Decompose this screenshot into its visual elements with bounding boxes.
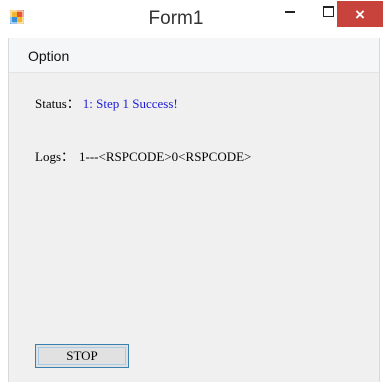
focus-ring <box>38 347 126 365</box>
status-label: Status： <box>35 96 80 111</box>
status-value: 1: Step 1 Success! <box>82 96 178 111</box>
logs-row: Logs： 1---<RSPCODE>0<RSPCODE> <box>35 146 251 165</box>
minimize-button[interactable] <box>270 0 310 34</box>
window-frame-right <box>380 38 388 390</box>
title-bar[interactable]: Form1 × <box>0 0 388 38</box>
maximize-icon <box>322 5 334 17</box>
logs-value: 1---<RSPCODE>0<RSPCODE> <box>79 149 252 164</box>
window-frame-bottom <box>0 382 388 390</box>
minimize-icon <box>285 11 295 13</box>
stop-button[interactable]: STOP <box>35 344 129 368</box>
logs-label: Logs： <box>35 149 75 164</box>
menu-bar: Option <box>9 38 379 73</box>
close-button[interactable]: × <box>337 1 383 27</box>
close-icon: × <box>355 4 365 24</box>
form-client-area: Option Status： 1: Step 1 Success! Logs： 1-… <box>8 38 380 382</box>
app-window: Form1 × Option Status： 1: Step 1 Success!… <box>0 0 388 390</box>
window-frame-left <box>0 38 8 390</box>
menu-item-option[interactable]: Option <box>28 48 69 64</box>
status-row: Status： 1: Step 1 Success! <box>35 93 178 112</box>
